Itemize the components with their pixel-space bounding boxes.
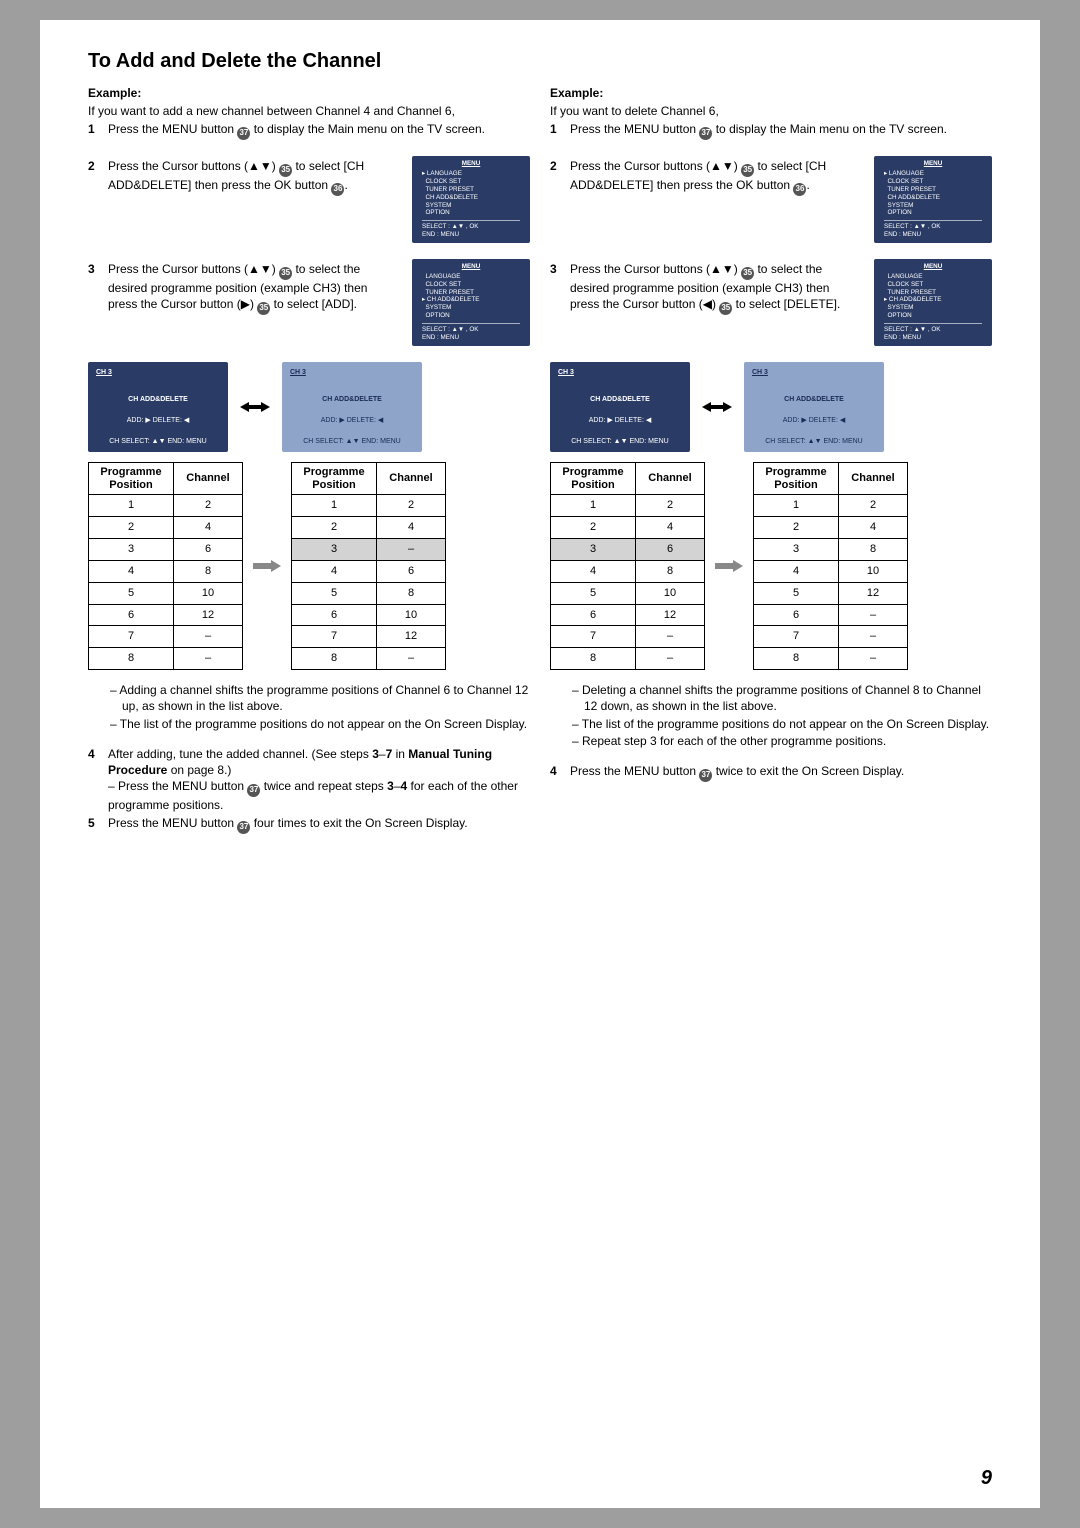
double-arrow-icon (240, 400, 270, 414)
menu-items: ▸ LANGUAGE CLOCK SET TUNER PRESET CH ADD… (422, 170, 520, 217)
ch-add-box-dark: CH 3 CH ADD&DELETE ADD: ▶ DELETE: ◀ CH S… (88, 362, 228, 452)
page-title: To Add and Delete the Channel (88, 50, 992, 73)
left-ch-boxes: CH 3 CH ADD&DELETE ADD: ▶ DELETE: ◀ CH S… (88, 362, 530, 452)
left-step-3-row: 3 Press the Cursor buttons (▲▼) 35 to se… (88, 259, 530, 346)
osd-menu-box-4: MENU LANGUAGE CLOCK SET TUNER PRESET▸ CH… (874, 259, 992, 346)
example-label: Example: (550, 85, 992, 101)
left-step-2: 2 Press the Cursor buttons (▲▼) 35 to se… (88, 158, 400, 196)
left-step-1: 1 Press the MENU button 37 to display th… (88, 121, 530, 140)
right-arrow-icon (253, 559, 281, 573)
manual-page: To Add and Delete the Channel Example: I… (40, 20, 1040, 1508)
double-arrow-icon (702, 400, 732, 414)
menu-items: LANGUAGE CLOCK SET TUNER PRESET▸ CH ADD&… (422, 273, 520, 320)
osd-menu-box-2: MENU LANGUAGE CLOCK SET TUNER PRESET▸ CH… (412, 259, 530, 346)
right-ch-boxes: CH 3 CH ADD&DELETE ADD: ▶ DELETE: ◀ CH S… (550, 362, 992, 452)
ch-del-box-dark: CH 3 CH ADD&DELETE ADD: ▶ DELETE: ◀ CH S… (550, 362, 690, 452)
example-label: Example: (88, 85, 530, 101)
table-right-after: Programme PositionChannel1224384105126–7… (753, 462, 908, 670)
right-arrow-icon (715, 559, 743, 573)
right-step-3-row: 3 Press the Cursor buttons (▲▼) 35 to se… (550, 259, 992, 346)
table-right-before: Programme PositionChannel122436485106127… (550, 462, 705, 670)
table-left-before: Programme PositionChannel122436485106127… (88, 462, 243, 670)
right-step-1: 1 Press the MENU button 37 to display th… (550, 121, 992, 140)
osd-menu-box-3: MENU ▸ LANGUAGE CLOCK SET TUNER PRESET C… (874, 156, 992, 243)
left-step-2-row: 2 Press the Cursor buttons (▲▼) 35 to se… (88, 156, 530, 243)
page-number: 9 (981, 1467, 992, 1490)
right-intro: If you want to delete Channel 6, (550, 103, 992, 119)
right-notes: – Deleting a channel shifts the programm… (550, 682, 992, 749)
ch-del-box-light: CH 3 CH ADD&DELETE ADD: ▶ DELETE: ◀ CH S… (744, 362, 884, 452)
left-step-5: 5 Press the MENU button 37 four times to… (88, 815, 530, 834)
right-step-2: 2 Press the Cursor buttons (▲▼) 35 to se… (550, 158, 862, 196)
left-step-3: 3 Press the Cursor buttons (▲▼) 35 to se… (88, 261, 400, 315)
ch-add-box-light: CH 3 CH ADD&DELETE ADD: ▶ DELETE: ◀ CH S… (282, 362, 422, 452)
left-notes: – Adding a channel shifts the programme … (88, 682, 530, 732)
right-step-3: 3 Press the Cursor buttons (▲▼) 35 to se… (550, 261, 862, 315)
button-ref-37: 37 (237, 127, 250, 140)
table-left-after: Programme PositionChannel12243–465861071… (291, 462, 446, 670)
button-ref-35: 35 (279, 164, 292, 177)
left-intro: If you want to add a new channel between… (88, 103, 530, 119)
right-step-4: 4 Press the MENU button 37 twice to exit… (550, 763, 992, 782)
right-column: Example: If you want to delete Channel 6… (550, 85, 992, 836)
right-step-2-row: 2 Press the Cursor buttons (▲▼) 35 to se… (550, 156, 992, 243)
right-tables: Programme PositionChannel122436485106127… (550, 462, 992, 670)
osd-menu-box-1: MENU ▸ LANGUAGE CLOCK SET TUNER PRESET C… (412, 156, 530, 243)
left-column: Example: If you want to add a new channe… (88, 85, 530, 836)
two-column-layout: Example: If you want to add a new channe… (88, 85, 992, 836)
button-ref-36: 36 (331, 183, 344, 196)
left-step-4: 4 After adding, tune the added channel. … (88, 746, 530, 813)
left-tables: Programme PositionChannel122436485106127… (88, 462, 530, 670)
